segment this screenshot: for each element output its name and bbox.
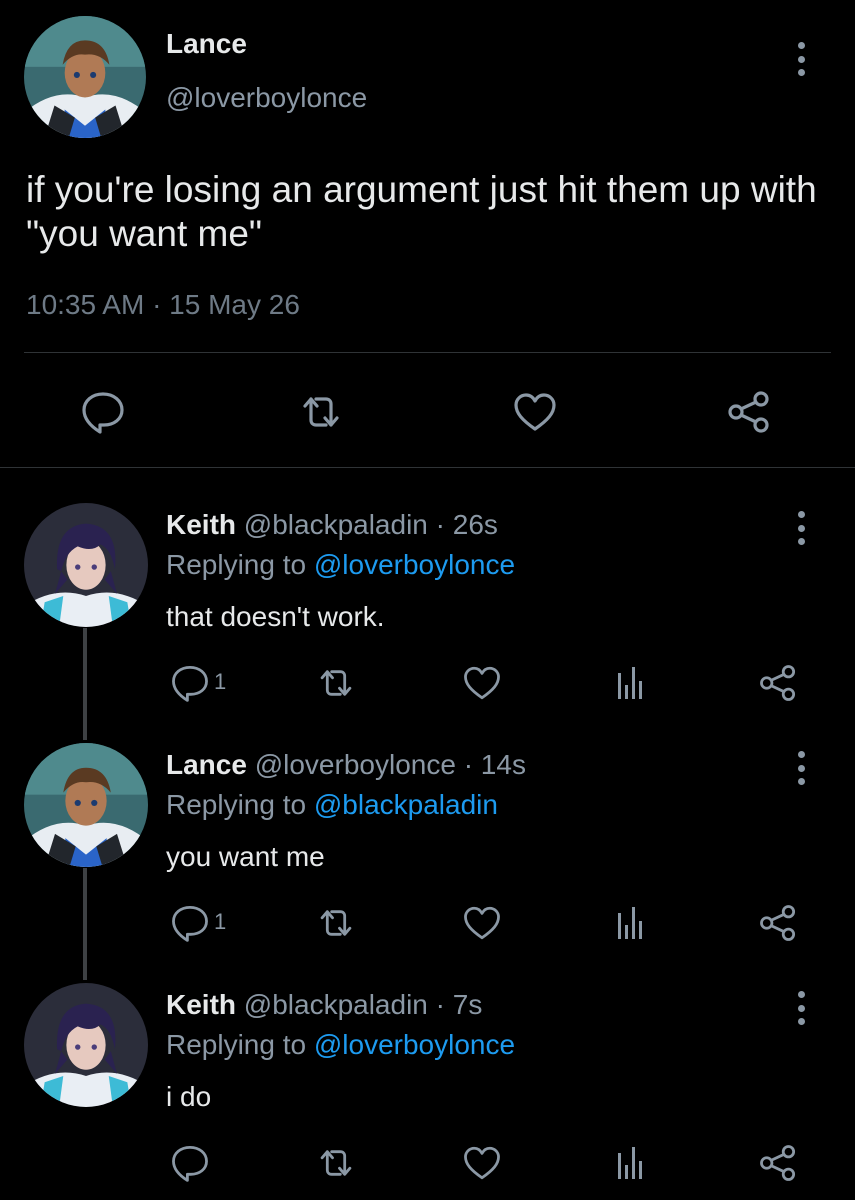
author-meta: @blackpaladin · 7s — [236, 989, 483, 1020]
more-options-icon[interactable] — [796, 751, 806, 785]
author-name[interactable]: Lance — [166, 28, 247, 60]
replying-to: Replying to @loverboylonce — [166, 1029, 515, 1061]
more-options-icon[interactable] — [796, 42, 806, 76]
more-options-icon[interactable] — [796, 991, 806, 1025]
reply-icon[interactable] — [170, 663, 210, 703]
tweet-text: that doesn't work. — [166, 601, 385, 632]
main-tweet: Lance @loverboylonce if you're losing an… — [0, 0, 855, 468]
avatar[interactable] — [24, 503, 148, 627]
divider — [0, 467, 855, 468]
avatar[interactable] — [24, 16, 146, 138]
mention-link[interactable]: @loverboylonce — [314, 1029, 515, 1060]
reply-tweet[interactable]: Keith @blackpaladin · 26s Replying to @l… — [0, 503, 855, 743]
reply-icon[interactable] — [170, 903, 210, 943]
tweet-text: you want me — [166, 841, 325, 872]
avatar[interactable] — [24, 743, 148, 867]
analytics-icon[interactable] — [615, 903, 645, 943]
retweet-icon[interactable] — [316, 903, 356, 943]
like-icon[interactable] — [462, 663, 502, 703]
tweet-text: if you're losing an argument just hit th… — [26, 169, 817, 254]
mention-link[interactable]: @blackpaladin — [314, 789, 498, 820]
analytics-icon[interactable] — [615, 663, 645, 703]
analytics-icon[interactable] — [615, 1143, 645, 1183]
reply-count: 1 — [214, 669, 227, 694]
share-icon[interactable] — [758, 1143, 798, 1183]
reply-header: Keith @blackpaladin · 26s — [166, 509, 498, 541]
reply-icon[interactable] — [170, 1143, 210, 1183]
tweet-text: i do — [166, 1081, 212, 1112]
more-options-icon[interactable] — [796, 511, 806, 545]
author-name[interactable]: Keith — [166, 509, 236, 540]
replying-label: Replying to — [166, 1029, 314, 1060]
share-icon[interactable] — [758, 663, 798, 703]
replying-label: Replying to — [166, 549, 314, 580]
author-meta: @blackpaladin · 26s — [236, 509, 498, 540]
share-icon[interactable] — [758, 903, 798, 943]
reply-count: 1 — [214, 909, 227, 934]
replying-label: Replying to — [166, 789, 314, 820]
share-icon[interactable] — [726, 390, 772, 434]
like-icon[interactable] — [462, 903, 502, 943]
reply-header: Lance @loverboylonce · 14s — [166, 749, 526, 781]
replying-to: Replying to @loverboylonce — [166, 549, 515, 581]
author-name[interactable]: Keith — [166, 989, 236, 1020]
retweet-icon[interactable] — [316, 663, 356, 703]
divider — [24, 352, 831, 353]
author-meta: @loverboylonce · 14s — [246, 749, 526, 780]
reply-header: Keith @blackpaladin · 7s — [166, 989, 482, 1021]
author-handle[interactable]: @loverboylonce — [166, 82, 367, 114]
like-icon[interactable] — [512, 390, 558, 434]
author-name[interactable]: Lance — [166, 749, 247, 780]
like-icon[interactable] — [462, 1143, 502, 1183]
retweet-icon[interactable] — [298, 390, 344, 434]
reply-icon[interactable] — [80, 390, 126, 434]
replying-to: Replying to @blackpaladin — [166, 789, 498, 821]
mention-link[interactable]: @loverboylonce — [314, 549, 515, 580]
reply-tweet[interactable]: Keith @blackpaladin · 7s Replying to @lo… — [0, 983, 855, 1200]
retweet-icon[interactable] — [316, 1143, 356, 1183]
avatar[interactable] — [24, 983, 148, 1107]
tweet-timestamp: 10:35 AM · 15 May 26 — [26, 289, 300, 320]
reply-tweet[interactable]: Lance @loverboylonce · 14s Replying to @… — [0, 743, 855, 983]
